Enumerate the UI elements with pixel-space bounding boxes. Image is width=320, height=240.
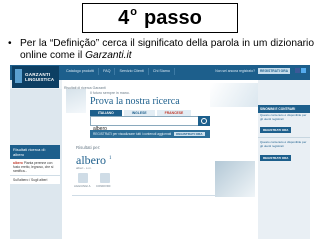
breadcrumb: Risultati di ricerca Garzanti: [64, 86, 106, 90]
nav-servizio-clienti[interactable]: Servizio Clienti: [115, 68, 149, 75]
garzanti-logo[interactable]: GARZANTI LINGUISTICA: [12, 66, 59, 88]
synonyms-heading: SINONIMI E CONTRARI: [258, 105, 310, 113]
top-nav: Catalogo prodotti FAQ Servizio Clienti C…: [62, 68, 175, 75]
logo-mark-icon: [15, 69, 22, 83]
synonyms-note: Questo contenuto è disponibile per gli u…: [260, 113, 307, 121]
step-word: passo: [144, 6, 202, 29]
right-divider: [258, 137, 310, 138]
nav-catalogo[interactable]: Catalogo prodotti: [62, 68, 100, 75]
search-icon[interactable]: [198, 116, 210, 126]
register-question: Non sei ancora registrato?: [215, 69, 256, 73]
search-results-panel: Risultati ricerca di: albero albero Pian…: [10, 145, 60, 184]
result-item-2[interactable]: Sull'albero / Sugli alberi: [10, 176, 60, 184]
header-art: [210, 83, 258, 107]
promo-text: Il futuro sempre in mano.: [90, 91, 130, 95]
instruction-text: Per la “Definição” cerca il significato …: [20, 38, 314, 61]
step-number: 4o: [118, 5, 138, 29]
register-banner: REGISTRATI per visualizzare tutti i cont…: [90, 130, 210, 138]
entry-word: albero: [76, 153, 106, 167]
bullet-mark: •: [8, 38, 12, 49]
slide-title-box: 4o passo: [82, 3, 238, 33]
results-panel-heading: Risultati ricerca di: albero: [10, 145, 60, 159]
share-label: CONDIVIDI: [96, 184, 111, 188]
banner-register-button[interactable]: REGISTRATI ORA: [174, 132, 205, 136]
logo-line2: LINGUISTICA: [25, 77, 55, 82]
extra-register-button[interactable]: REGISTRATI ORA: [260, 155, 292, 161]
results-label: Risultati per:: [76, 145, 101, 150]
result-item[interactable]: albero Pianta perenne con fusto eretto, …: [10, 159, 60, 176]
screenshot-garzanti: Catalogo prodotti FAQ Servizio Clienti C…: [10, 65, 310, 239]
search-headline: Prova la nostra ricerca: [90, 96, 180, 107]
extra-note: Questo contenuto è disponibile per gli u…: [260, 140, 307, 148]
banner-text: REGISTRATI per visualizzare tutti i cont…: [93, 132, 172, 136]
topbar-register-area: Non sei ancora registrato? REGISTRATI OR…: [215, 68, 290, 74]
add-to-list-icon[interactable]: [78, 173, 88, 183]
ad-image: [215, 161, 255, 197]
ordinal-mark: o: [130, 5, 138, 18]
search-box: [90, 116, 210, 133]
add-to-list-label: AGGIUNGI A: [74, 184, 91, 188]
register-top-button[interactable]: REGISTRATI ORA: [258, 68, 290, 74]
header-illustration: [66, 89, 86, 113]
instruction-paragraph: • Per la “Definição” cerca il significat…: [8, 38, 314, 62]
nav-chi-siamo[interactable]: Chi Siamo: [149, 68, 175, 75]
facebook-icon[interactable]: [295, 68, 300, 73]
entry-meta: alberi - s.m.: [76, 166, 92, 170]
entry-index: 1: [108, 156, 112, 161]
share-icon[interactable]: [100, 173, 110, 183]
site-name: Garzanti.it: [85, 50, 132, 61]
nav-faq[interactable]: FAQ: [99, 68, 116, 75]
twitter-icon[interactable]: [301, 68, 306, 73]
synonyms-register-button[interactable]: REGISTRATI ORA: [260, 127, 292, 133]
